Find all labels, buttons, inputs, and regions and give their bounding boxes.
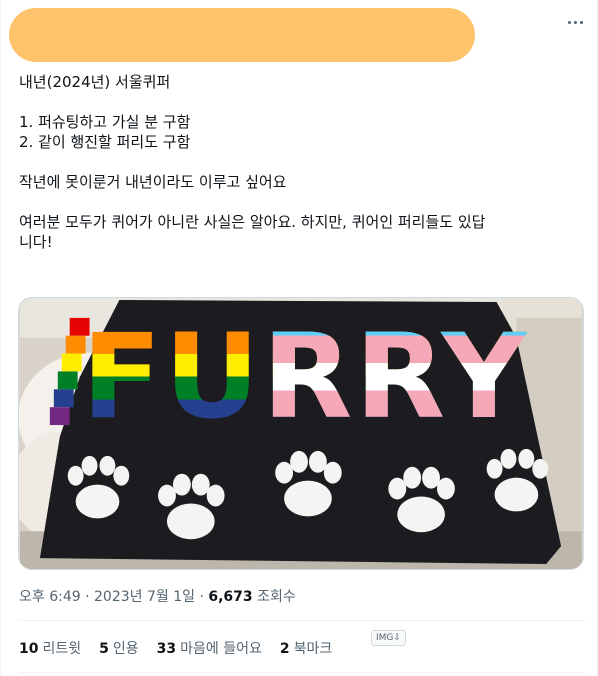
- likes-label: 마음에 들어요: [180, 641, 262, 657]
- meta-separator: ·: [199, 589, 204, 605]
- redacted-author-header: [9, 8, 475, 62]
- more-options-icon[interactable]: [563, 10, 587, 34]
- quotes-stat[interactable]: 5 인용: [99, 640, 139, 658]
- pride-stripe: [49, 407, 70, 426]
- tweet-timestamp-views: 오후 6:49 · 2023년 7월 1일 · 6,673 조회수: [19, 588, 296, 606]
- tweet-time[interactable]: 오후 6:49: [19, 589, 81, 605]
- tweet-line: 작년에 못이룬거 내년이라도 이루고 싶어요: [19, 173, 287, 191]
- likes-count: 33: [156, 641, 177, 657]
- bookmarks-stat[interactable]: 2 북마크: [280, 640, 332, 658]
- pride-stripe: [53, 389, 74, 408]
- pride-stripe: [61, 353, 82, 372]
- bookmarks-label: 북마크: [293, 641, 333, 657]
- meta-separator: ·: [85, 589, 90, 605]
- views-count: 6,673: [208, 589, 253, 605]
- divider: [19, 620, 585, 621]
- divider: [19, 672, 585, 673]
- image-alt-badge: IMG⇩: [371, 630, 406, 646]
- tweet-date[interactable]: 2023년 7월 1일: [94, 589, 195, 605]
- quotes-count: 5: [99, 641, 109, 657]
- bookmarks-count: 2: [279, 641, 290, 657]
- engagement-stats: 10 리트윗 5 인용 33 마음에 들어요 2 북마크: [19, 640, 332, 658]
- retweets-label: 리트윗: [42, 641, 82, 657]
- tweet-line: 내년(2024년) 서울퀴퍼: [19, 73, 171, 91]
- tweet-line: 여러분 모두가 퀴어가 아니란 사실은 알아요. 하지만, 퀴어인 퍼리들도 있…: [19, 213, 486, 231]
- quotes-label: 인용: [112, 641, 139, 657]
- furry-pride-flag-photo: FURRYFURRY: [19, 298, 582, 569]
- retweets-stat[interactable]: 10 리트윗: [19, 640, 81, 658]
- views-label: 조회수: [257, 589, 296, 605]
- retweets-count: 10: [19, 641, 39, 657]
- tweet-line: 1. 퍼슈팅하고 가실 분 구함: [19, 113, 191, 131]
- likes-stat[interactable]: 33 마음에 들어요: [157, 640, 262, 658]
- tweet-photo[interactable]: FURRYFURRY: [18, 297, 584, 570]
- tweet-line: 2. 같이 행진할 퍼리도 구함: [19, 133, 191, 151]
- tweet-card: 내년(2024년) 서울퀴퍼 1. 퍼슈팅하고 가실 분 구함 2. 같이 행진…: [0, 0, 598, 676]
- tweet-body: 내년(2024년) 서울퀴퍼 1. 퍼슈팅하고 가실 분 구함 2. 같이 행진…: [19, 72, 585, 252]
- pride-stripe: [57, 371, 78, 390]
- tweet-line: 니다!: [19, 233, 53, 251]
